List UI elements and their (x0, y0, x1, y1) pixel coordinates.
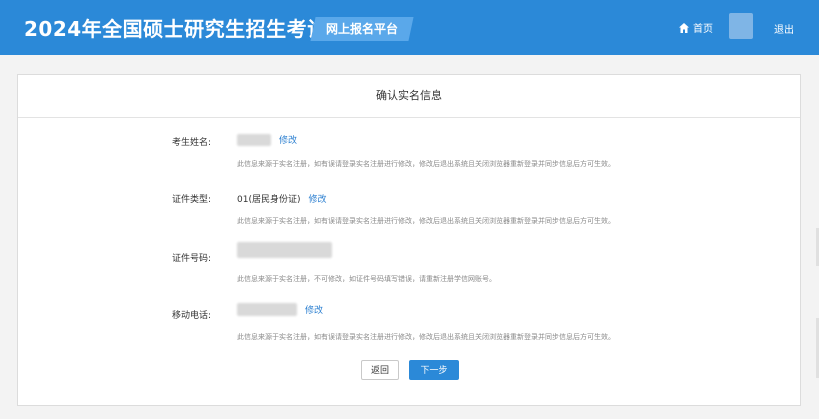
id-type-note: 此信息来源于实名注册，如有误请登录实名注册进行修改，修改后退出系统且关闭浏览器重… (237, 217, 615, 225)
id-type-label: 证件类型: (171, 195, 211, 205)
mobile-value: 修改 (237, 303, 323, 316)
id-type-value: 01(居民身份证) (237, 195, 301, 205)
platform-badge: 网上报名平台 (310, 17, 414, 41)
id-number-value (237, 242, 332, 258)
mobile-edit-link[interactable]: 修改 (305, 303, 323, 316)
name-masked-value (237, 133, 271, 146)
id-number-label: 证件号码: (171, 254, 211, 264)
confirm-info-card: 确认实名信息 考生姓名: 修改 此信息来源于实名注册，如有误请登录实名注册进行修… (17, 74, 801, 406)
home-link-label: 首页 (693, 24, 713, 35)
name-edit-link[interactable]: 修改 (279, 133, 297, 146)
platform-badge-label: 网上报名平台 (325, 22, 398, 36)
card-title: 确认实名信息 (18, 75, 800, 118)
name-label: 考生姓名: (171, 138, 211, 148)
app-title: 2024年全国硕士研究生招生考试 (24, 17, 328, 41)
avatar[interactable] (729, 13, 753, 39)
home-icon (679, 22, 689, 33)
id-number-note: 此信息来源于实名注册，不可修改，如证件号码填写错误，请重新注册学信网账号。 (237, 275, 496, 283)
back-button[interactable]: 返回 (361, 360, 399, 380)
name-note: 此信息来源于实名注册，如有误请登录实名注册进行修改，修改后退出系统且关闭浏览器重… (237, 160, 615, 168)
home-link[interactable]: 首页 (678, 20, 713, 35)
name-value: 修改 (237, 133, 297, 146)
top-header: 2024年全国硕士研究生招生考试 网上报名平台 首页 退出 (0, 0, 819, 55)
mobile-masked-value (237, 303, 297, 316)
next-step-button[interactable]: 下一步 (409, 360, 459, 380)
id-type-edit-link[interactable]: 修改 (308, 192, 326, 205)
logout-link[interactable]: 退出 (774, 21, 794, 36)
id-type-value-row: 01(居民身份证) 修改 (237, 192, 327, 205)
id-number-masked-value (237, 242, 332, 258)
mobile-label: 移动电话: (171, 311, 211, 321)
mobile-note: 此信息来源于实名注册，如有误请登录实名注册进行修改，修改后退出系统且关闭浏览器重… (237, 333, 615, 341)
